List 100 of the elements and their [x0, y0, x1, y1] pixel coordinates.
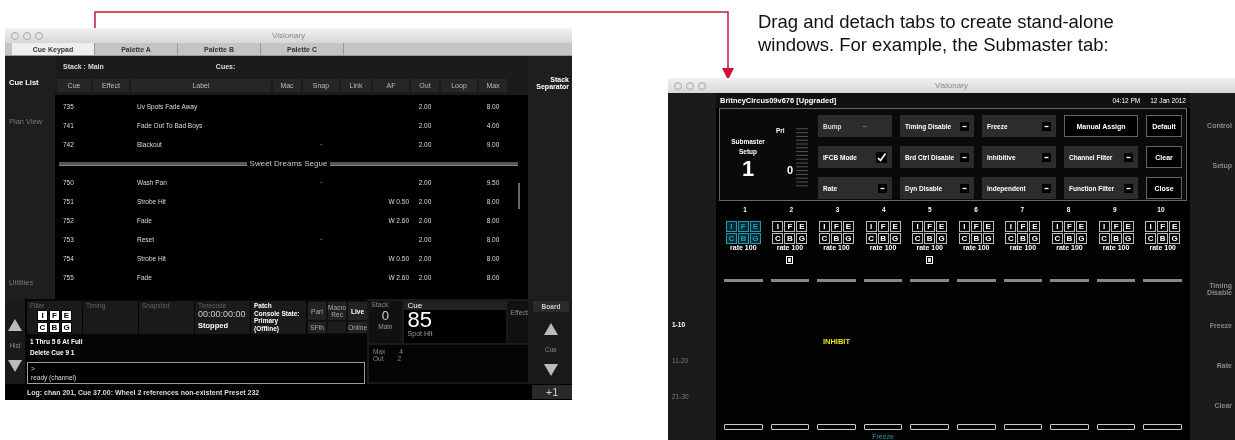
timecode-value: 00:00:00:00: [198, 309, 247, 319]
flag-letter: G: [889, 233, 901, 244]
window-title: Visionary: [272, 31, 305, 40]
flag-letter: F: [877, 221, 889, 232]
flag-letter: B: [877, 233, 889, 244]
down-arrow-icon[interactable]: [544, 364, 558, 376]
cue-label: Cue: [403, 301, 507, 310]
fader-line[interactable]: [1003, 279, 1043, 282]
up-arrow-icon[interactable]: [8, 318, 22, 331]
checkmark-icon[interactable]: [876, 151, 887, 163]
bump-button[interactable]: [863, 424, 903, 430]
stack-value: 0: [381, 308, 389, 323]
window-title: Visionary: [935, 81, 968, 90]
flag-letter: E: [843, 221, 854, 232]
submaster-flags[interactable]: I F E C B G: [1145, 221, 1181, 244]
flag-letter: G: [936, 233, 948, 244]
submaster-flags[interactable]: I F E C B G: [1098, 221, 1134, 244]
flag-letter: B: [49, 322, 60, 333]
priority-value: 0: [785, 162, 794, 176]
scrollbar[interactable]: [518, 183, 520, 209]
fader-line[interactable]: [863, 279, 903, 282]
flag-letter: B: [1064, 233, 1075, 244]
flag-letter: G: [61, 322, 72, 333]
submaster-flags[interactable]: I F E C B G: [1052, 221, 1087, 244]
flag-letter: C: [1052, 233, 1063, 244]
up-arrow-icon[interactable]: [544, 323, 558, 335]
dash-icon[interactable]: [1124, 152, 1133, 162]
bump-button[interactable]: [770, 424, 810, 430]
flag-letter: F: [737, 221, 749, 232]
flag-letter: I: [912, 221, 924, 232]
dash-icon[interactable]: [1042, 121, 1051, 131]
submaster-flags[interactable]: I F E C B G: [912, 221, 948, 244]
flag-letter: E: [796, 221, 808, 232]
submaster-flags[interactable]: I F E C B G: [819, 221, 854, 244]
flag-letter: F: [924, 221, 936, 232]
flag-letter: G: [749, 233, 761, 244]
fader-line[interactable]: [1096, 279, 1136, 282]
flag-letter: E: [1029, 221, 1041, 232]
flag-letter: F: [1017, 221, 1029, 232]
flag-letter: C: [819, 233, 830, 244]
flag-letter: I: [37, 310, 48, 321]
down-arrow-icon[interactable]: [8, 360, 22, 373]
flag-letter: B: [737, 233, 749, 244]
flag-letter: F: [970, 221, 982, 232]
flag-letter: I: [958, 221, 970, 232]
marker-icon: [786, 256, 794, 264]
submaster-flags[interactable]: I F E C B G: [772, 221, 808, 244]
fader-line[interactable]: [770, 279, 810, 282]
flag-letter: B: [1017, 233, 1029, 244]
flag-letter: C: [1098, 233, 1110, 244]
submaster-number: 1: [741, 157, 755, 181]
bump-button[interactable]: [1050, 424, 1089, 430]
flag-letter: G: [843, 233, 854, 244]
flag-letter: I: [772, 221, 784, 232]
dash-icon[interactable]: [1042, 152, 1051, 162]
flag-letter: B: [1110, 233, 1122, 244]
flag-letter: I: [1145, 221, 1157, 232]
flag-letter: G: [1076, 233, 1087, 244]
dash-icon[interactable]: [1042, 183, 1051, 193]
flag-letter: B: [784, 233, 796, 244]
flag-letter: F: [831, 221, 842, 232]
flag-letter: E: [749, 221, 761, 232]
dash-icon[interactable]: [960, 121, 969, 131]
submaster-flags[interactable]: I F E C B G: [865, 221, 901, 244]
flag-letter: C: [725, 233, 737, 244]
flag-letter: F: [1064, 221, 1075, 232]
flag-letter: B: [1157, 233, 1169, 244]
submaster-flags[interactable]: I F E C B G: [958, 221, 994, 244]
plus-one-button[interactable]: +1: [532, 385, 572, 399]
dash-icon[interactable]: [960, 183, 969, 193]
submaster-flags[interactable]: I F E C B G: [725, 221, 761, 244]
flag-letter: B: [924, 233, 936, 244]
flag-letter: G: [1122, 233, 1134, 244]
flag-letter: F: [49, 310, 60, 321]
dash-icon[interactable]: [878, 183, 887, 193]
segment-separator-label: Sweet Dreams Segue: [249, 159, 328, 168]
dash-icon[interactable]: [960, 152, 969, 162]
bump-button[interactable]: [1096, 424, 1136, 430]
bump-button[interactable]: [910, 424, 949, 430]
flag-letter: C: [912, 233, 924, 244]
dash-icon[interactable]: [1124, 183, 1133, 193]
flag-letter: C: [865, 233, 877, 244]
flag-letter: C: [772, 233, 784, 244]
bump-button[interactable]: [1143, 424, 1182, 430]
flag-letter: C: [37, 322, 48, 333]
flag-letter: E: [1169, 221, 1181, 232]
annotation-text: Drag and detach tabs to create stand-alone windows. For example, the Submaster tab:: [758, 10, 1115, 56]
flag-letter: I: [1052, 221, 1063, 232]
flag-letter: E: [1122, 221, 1134, 232]
flag-letter: F: [784, 221, 796, 232]
flag-letter: B: [831, 233, 842, 244]
bump-button[interactable]: [724, 424, 763, 430]
flag-letter: C: [1145, 233, 1157, 244]
bump-button[interactable]: [957, 424, 996, 430]
filter-flags[interactable]: I F E C B G: [37, 310, 72, 333]
bump-button[interactable]: [817, 424, 856, 430]
bump-button[interactable]: [1003, 424, 1043, 430]
flag-letter: G: [796, 233, 808, 244]
submaster-flags[interactable]: I F E C B G: [1005, 221, 1041, 244]
flag-letter: E: [1076, 221, 1087, 232]
